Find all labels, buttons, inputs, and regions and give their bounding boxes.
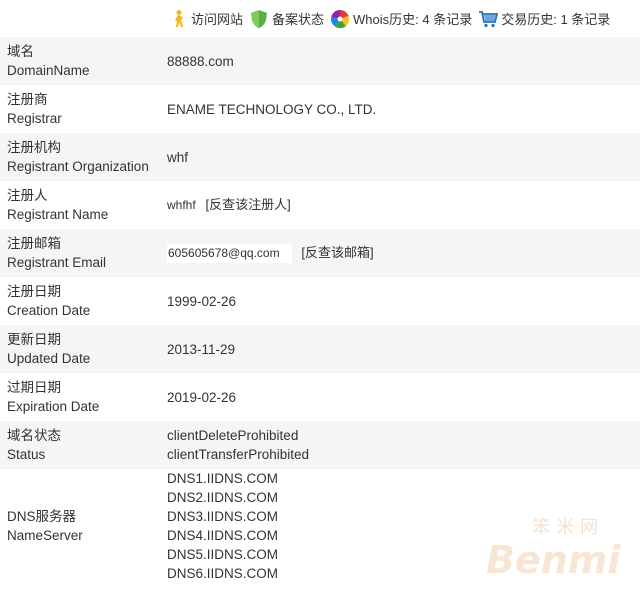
row-creation-date: 注册日期 Creation Date 1999-02-26 bbox=[0, 277, 640, 325]
row-nameserver: DNS服务器 NameServer DNS1.IIDNS.COM DNS2.II… bbox=[0, 469, 640, 583]
registrar-value: ENAME TECHNOLOGY CO., LTD. bbox=[160, 85, 640, 133]
nameserver-value: DNS3.IIDNS.COM bbox=[167, 509, 279, 524]
registrant-email-value: 605605678@qq.com bbox=[167, 243, 292, 263]
label-en: Registrant Organization bbox=[7, 159, 149, 174]
row-registrant-email: 注册邮箱 Registrant Email 605605678@qq.com [… bbox=[0, 229, 640, 277]
status-value: clientTransferProhibited bbox=[167, 447, 310, 462]
label-cn: 注册邮箱 bbox=[7, 236, 61, 251]
organization-value: whf bbox=[160, 133, 640, 181]
label-cn: 注册日期 bbox=[7, 284, 61, 299]
trade-history-label: 交易历史: 1 条记录 bbox=[501, 12, 611, 27]
label-en: Registrar bbox=[7, 111, 62, 126]
label-cn: DNS服务器 bbox=[7, 509, 77, 524]
row-registrant-name: 注册人 Registrant Name whfhf [反查该注册人] bbox=[0, 181, 640, 229]
nameserver-value: DNS4.IIDNS.COM bbox=[167, 528, 279, 543]
domain-value: 88888.com bbox=[160, 37, 640, 85]
creation-date-value: 1999-02-26 bbox=[160, 277, 640, 325]
label-en: Creation Date bbox=[7, 303, 91, 318]
colorwheel-icon bbox=[331, 9, 350, 28]
row-domain: 域名 DomainName 88888.com bbox=[0, 37, 640, 85]
row-status: 域名状态 Status clientDeleteProhibited clien… bbox=[0, 421, 640, 469]
label-en: NameServer bbox=[7, 528, 83, 543]
visit-site-label: 访问网站 bbox=[191, 12, 244, 27]
whois-page: 访问网站 备案状态 Whois历史: 4 条记录 交易历史: 1 条记录 域名 … bbox=[0, 0, 640, 591]
nameserver-value: DNS2.IIDNS.COM bbox=[167, 490, 279, 505]
label-cn: 域名 bbox=[7, 44, 34, 59]
label-cn: 注册人 bbox=[7, 188, 48, 203]
label-cn: 域名状态 bbox=[7, 428, 61, 443]
row-updated-date: 更新日期 Updated Date 2013-11-29 bbox=[0, 325, 640, 373]
person-walking-icon bbox=[175, 9, 183, 27]
reverse-email-link[interactable]: [反查该邮箱] bbox=[301, 245, 373, 260]
label-cn: 注册机构 bbox=[7, 140, 61, 155]
row-expiration-date: 过期日期 Expiration Date 2019-02-26 bbox=[0, 373, 640, 421]
row-registrar: 注册商 Registrar ENAME TECHNOLOGY CO., LTD. bbox=[0, 85, 640, 133]
nameserver-value: DNS1.IIDNS.COM bbox=[167, 471, 279, 486]
label-en: DomainName bbox=[7, 63, 90, 78]
whois-table: 域名 DomainName 88888.com 注册商 Registrar EN… bbox=[0, 37, 640, 583]
label-en: Expiration Date bbox=[7, 399, 100, 414]
updated-date-value: 2013-11-29 bbox=[160, 325, 640, 373]
label-cn: 过期日期 bbox=[7, 380, 61, 395]
visit-site-link[interactable]: 访问网站 bbox=[168, 9, 243, 29]
registrant-name-value: whfhf bbox=[167, 198, 196, 212]
label-en: Status bbox=[7, 447, 46, 462]
expiration-date-value: 2019-02-26 bbox=[160, 373, 640, 421]
row-organization: 注册机构 Registrant Organization whf bbox=[0, 133, 640, 181]
label-cn: 注册商 bbox=[7, 92, 48, 107]
label-en: Updated Date bbox=[7, 351, 91, 366]
label-en: Registrant Name bbox=[7, 207, 109, 222]
nameserver-value: DNS5.IIDNS.COM bbox=[167, 547, 279, 562]
shield-icon bbox=[251, 9, 268, 28]
whois-history-link[interactable]: Whois历史: 4 条记录 bbox=[330, 9, 472, 29]
label-cn: 更新日期 bbox=[7, 332, 61, 347]
nameserver-value: DNS6.IIDNS.COM bbox=[167, 566, 279, 581]
shopping-cart-icon bbox=[479, 10, 499, 27]
trade-history-link[interactable]: 交易历史: 1 条记录 bbox=[478, 9, 610, 29]
label-en: Registrant Email bbox=[7, 255, 107, 270]
status-value: clientDeleteProhibited bbox=[167, 428, 299, 443]
icp-status-label: 备案状态 bbox=[272, 12, 325, 27]
whois-history-label: Whois历史: 4 条记录 bbox=[353, 12, 473, 27]
reverse-registrant-link[interactable]: [反查该注册人] bbox=[205, 197, 290, 212]
icp-status-link[interactable]: 备案状态 bbox=[249, 9, 324, 29]
toolbar: 访问网站 备案状态 Whois历史: 4 条记录 交易历史: 1 条记录 bbox=[0, 0, 640, 37]
